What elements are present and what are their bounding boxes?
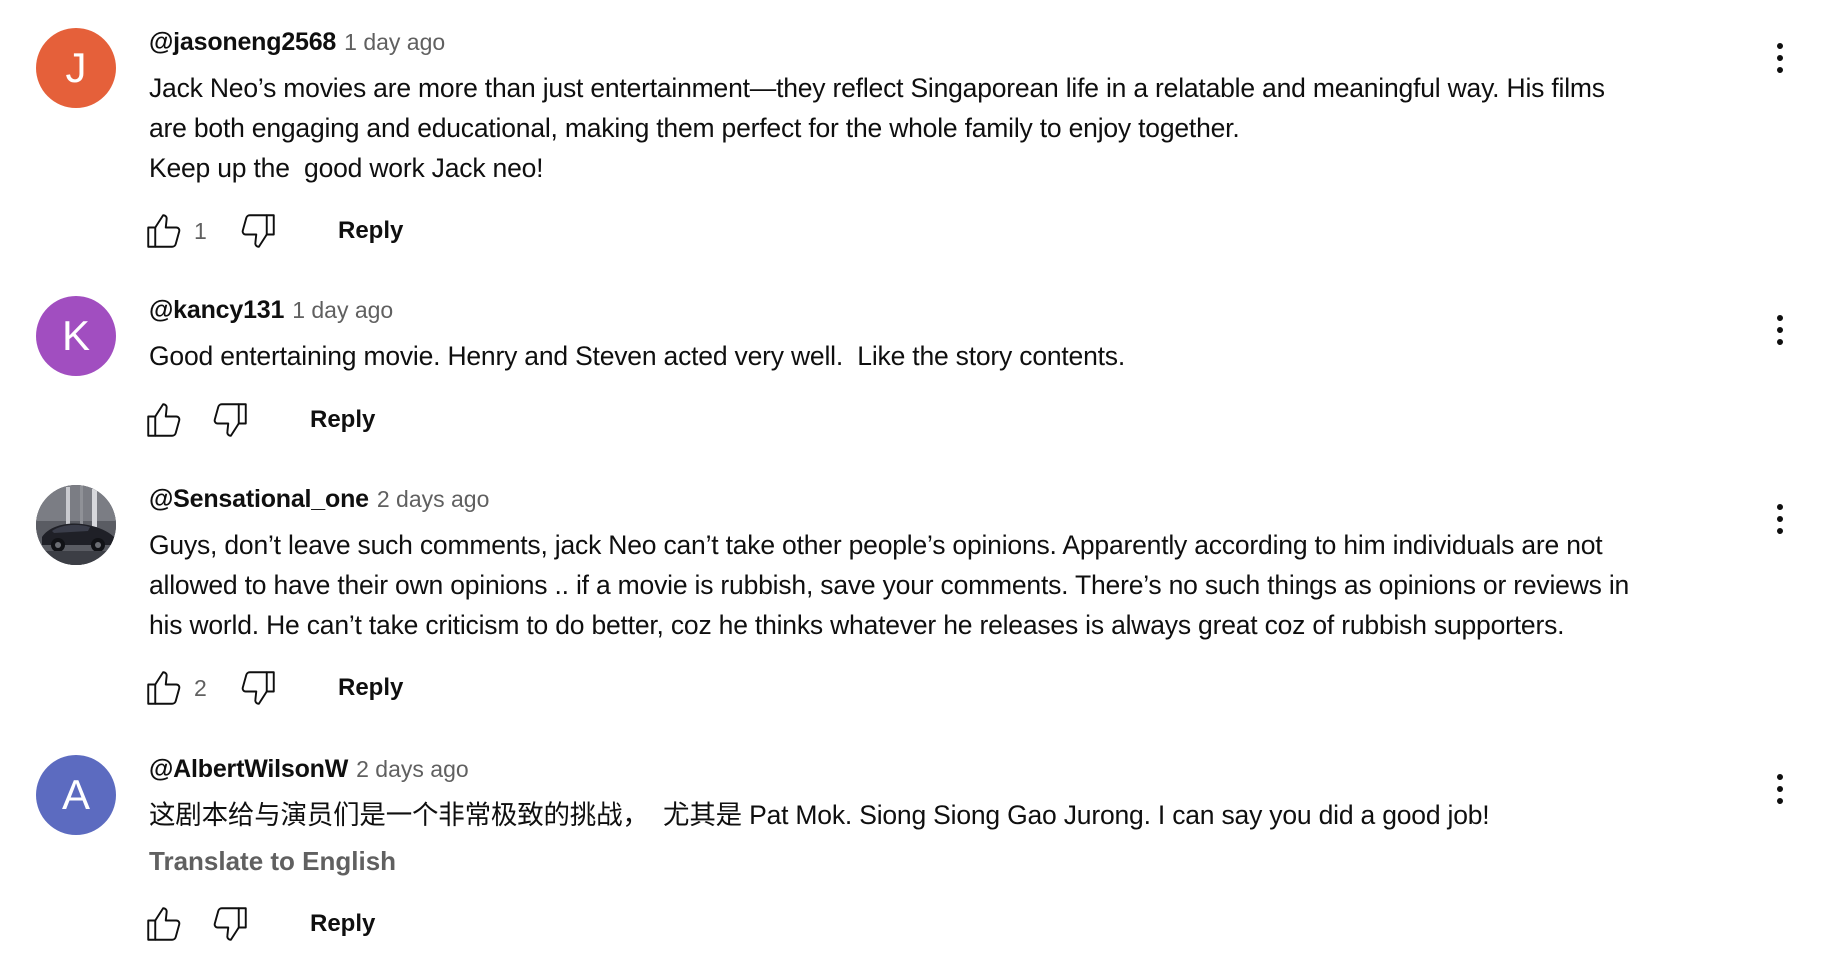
author-name[interactable]: @Sensational_one bbox=[149, 485, 369, 514]
like-count: 1 bbox=[194, 217, 207, 244]
comment-body: @kancy131 1 day ago Good entertaining mo… bbox=[149, 296, 1749, 376]
comment-header: @kancy131 1 day ago bbox=[149, 296, 1749, 330]
avatar[interactable]: A bbox=[36, 755, 116, 835]
more-vert-icon[interactable] bbox=[1768, 765, 1792, 813]
thumbs-up-icon[interactable] bbox=[142, 666, 186, 710]
timestamp[interactable]: 1 day ago bbox=[292, 297, 393, 324]
thumbs-down-icon[interactable] bbox=[208, 902, 252, 946]
dot bbox=[1777, 339, 1783, 345]
dot bbox=[1777, 528, 1783, 534]
comment-body: @Sensational_one 2 days ago Guys, don’t … bbox=[149, 485, 1749, 645]
dot bbox=[1777, 774, 1783, 780]
dot bbox=[1777, 315, 1783, 321]
comment-text: Good entertaining movie. Henry and Steve… bbox=[149, 341, 1126, 371]
timestamp[interactable]: 2 days ago bbox=[356, 756, 469, 783]
author-name[interactable]: @AlbertWilsonW bbox=[149, 755, 348, 784]
comment-toolbar: 1 Reply bbox=[142, 207, 415, 255]
dot bbox=[1777, 43, 1783, 49]
comment-text: Jack Neo’s movies are more than just ent… bbox=[149, 73, 1605, 183]
author-name[interactable]: @kancy131 bbox=[149, 296, 284, 325]
translate-button[interactable]: Translate to English bbox=[149, 843, 1749, 879]
comment-toolbar: Reply bbox=[142, 396, 387, 444]
avatar[interactable]: J bbox=[36, 28, 116, 108]
thumbs-down-icon[interactable] bbox=[236, 666, 280, 710]
comment-body: @jasoneng2568 1 day ago Jack Neo’s movie… bbox=[149, 28, 1749, 188]
comment-toolbar: 2 Reply bbox=[142, 664, 415, 712]
dot bbox=[1777, 516, 1783, 522]
more-vert-icon[interactable] bbox=[1768, 306, 1792, 354]
reply-button[interactable]: Reply bbox=[298, 902, 387, 946]
timestamp[interactable]: 2 days ago bbox=[377, 486, 490, 513]
comment-body: @AlbertWilsonW 2 days ago 这剧本给与演员们是一个非常极… bbox=[149, 755, 1749, 879]
comment-text: Guys, don’t leave such comments, jack Ne… bbox=[149, 530, 1630, 640]
timestamp[interactable]: 1 day ago bbox=[344, 29, 445, 56]
comment-header: @jasoneng2568 1 day ago bbox=[149, 28, 1749, 62]
dot bbox=[1777, 55, 1783, 61]
reply-button[interactable]: Reply bbox=[298, 398, 387, 442]
author-name[interactable]: @jasoneng2568 bbox=[149, 28, 336, 57]
thumbs-up-icon[interactable] bbox=[142, 209, 186, 253]
reply-button[interactable]: Reply bbox=[326, 666, 415, 710]
thumbs-up-icon[interactable] bbox=[142, 902, 186, 946]
comment-text: 这剧本给与演员们是一个非常极致的挑战， 尤其是 Pat Mok. Siong S… bbox=[149, 800, 1490, 830]
more-vert-icon[interactable] bbox=[1768, 495, 1792, 543]
more-vert-icon[interactable] bbox=[1768, 34, 1792, 82]
avatar[interactable] bbox=[36, 485, 116, 565]
comment-toolbar: Reply bbox=[142, 900, 387, 948]
dot bbox=[1777, 327, 1783, 333]
comments-section: J @jasoneng2568 1 day ago Jack Neo’s mov… bbox=[0, 0, 1824, 961]
avatar[interactable]: K bbox=[36, 296, 116, 376]
reply-button[interactable]: Reply bbox=[326, 209, 415, 253]
comment-header: @Sensational_one 2 days ago bbox=[149, 485, 1749, 519]
thumbs-up-icon[interactable] bbox=[142, 398, 186, 442]
comment-header: @AlbertWilsonW 2 days ago bbox=[149, 755, 1749, 789]
thumbs-down-icon[interactable] bbox=[236, 209, 280, 253]
dot bbox=[1777, 504, 1783, 510]
thumbs-down-icon[interactable] bbox=[208, 398, 252, 442]
car-photo-avatar bbox=[36, 485, 116, 565]
dot bbox=[1777, 67, 1783, 73]
like-count: 2 bbox=[194, 674, 207, 701]
dot bbox=[1777, 798, 1783, 804]
dot bbox=[1777, 786, 1783, 792]
